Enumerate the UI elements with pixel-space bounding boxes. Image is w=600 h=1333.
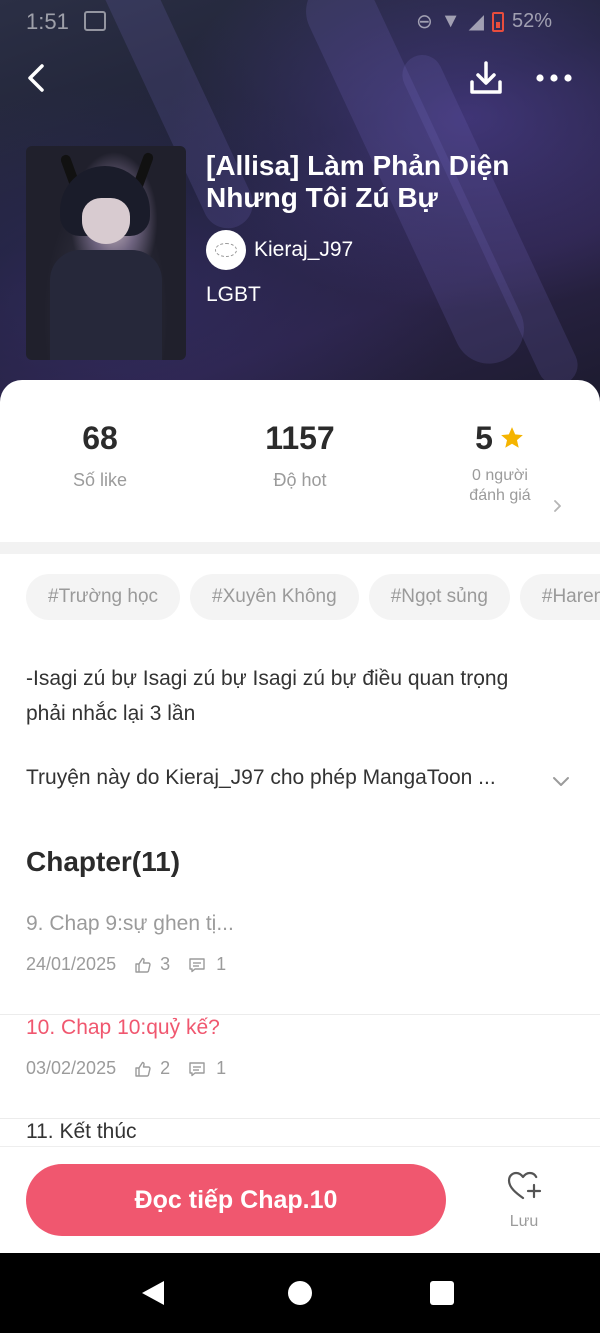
chapter-comment-count: 1 bbox=[216, 954, 227, 974]
tag-chip[interactable]: #Trường học bbox=[26, 574, 181, 620]
chapter-meta: 24/01/2025 3 1 bbox=[26, 954, 226, 975]
chapter-row-current[interactable]: 10. Chap 10:quỷ kế? 03/02/2025 2 1 bbox=[0, 1016, 600, 1119]
hot-stat: 1157 Độ hot bbox=[200, 418, 400, 491]
chapter-date: 03/02/2025 bbox=[26, 1058, 117, 1078]
continue-reading-button[interactable]: Đọc tiếp Chap.10 bbox=[26, 1164, 446, 1236]
rating-value: 5 bbox=[475, 420, 493, 456]
chapter-date: 24/01/2025 bbox=[26, 954, 117, 974]
chapter-title: 9. Chap 9:sự ghen tị... bbox=[26, 912, 234, 935]
chapter-title: 11. Kết thúc bbox=[26, 1120, 137, 1143]
tag-chip[interactable]: #Xuyên Không bbox=[190, 574, 359, 620]
thumbs-up-icon bbox=[135, 1061, 151, 1077]
tag-list: #Trường học#Xuyên Không#Ngọt sủng#Harem bbox=[26, 574, 600, 622]
rating-count-label: 0 người đánh giá bbox=[469, 467, 531, 504]
download-button[interactable] bbox=[466, 58, 506, 98]
chevron-right-icon[interactable] bbox=[548, 496, 568, 516]
bottom-action-bar: Đọc tiếp Chap.10 Lưu bbox=[0, 1146, 600, 1253]
wifi-icon: ▼ bbox=[440, 10, 461, 32]
battery-icon bbox=[491, 11, 504, 32]
header-background: 1:51 ⊖ ▼ ◢ 52% [Allisa] Làm Phản Diện Nh… bbox=[0, 0, 600, 420]
star-icon bbox=[501, 427, 523, 448]
download-icon bbox=[470, 61, 502, 94]
cover-image bbox=[26, 146, 186, 360]
heart-plus-icon bbox=[507, 1171, 542, 1200]
comment-icon bbox=[189, 1061, 205, 1076]
genre-label[interactable]: LGBT bbox=[206, 283, 261, 307]
back-button[interactable] bbox=[20, 56, 60, 100]
system-home-icon[interactable] bbox=[288, 1281, 312, 1305]
status-indicators: ⊖ ▼ ◢ 52% bbox=[416, 9, 552, 34]
save-label: Lưu bbox=[509, 1213, 539, 1230]
manga-title: [Allisa] Làm Phản Diện Nhưng Tôi Zú Bự bbox=[206, 150, 510, 213]
chapter-like-count: 3 bbox=[160, 954, 171, 974]
more-icon bbox=[536, 74, 572, 82]
section-divider bbox=[0, 542, 600, 554]
sim-icon bbox=[84, 11, 106, 31]
status-time: 1:51 bbox=[26, 9, 69, 34]
hot-label: Độ hot bbox=[273, 470, 327, 490]
tag-chip[interactable]: #Ngọt sủng bbox=[368, 574, 510, 620]
chapter-heading: Chapter(11) bbox=[26, 846, 181, 877]
author-link[interactable]: Kieraj_J97 bbox=[206, 230, 353, 270]
synopsis: -Isagi zú bự Isagi zú bự Isagi zú bự điề… bbox=[26, 667, 509, 725]
system-nav-bar bbox=[0, 1253, 600, 1333]
likes-count: 68 bbox=[82, 420, 118, 456]
comment-icon bbox=[189, 957, 205, 972]
chapter-like-count: 2 bbox=[160, 1058, 171, 1078]
author-name: Kieraj_J97 bbox=[254, 238, 354, 261]
top-nav bbox=[0, 56, 600, 100]
save-button[interactable]: Lưu bbox=[492, 1169, 556, 1231]
more-button[interactable] bbox=[532, 58, 576, 98]
system-recents-icon[interactable] bbox=[430, 1281, 454, 1305]
chapter-meta: 03/02/2025 2 1 bbox=[26, 1058, 226, 1079]
permission-note: Truyện này do Kieraj_J97 cho phép MangaT… bbox=[26, 766, 496, 789]
chapter-title: 10. Chap 10:quỷ kế? bbox=[26, 1016, 220, 1039]
tag-chip[interactable]: #Harem bbox=[519, 574, 600, 620]
status-bar: 1:51 ⊖ ▼ ◢ 52% bbox=[0, 0, 600, 44]
battery-percent: 52% bbox=[511, 10, 552, 32]
system-back-icon[interactable] bbox=[140, 1279, 166, 1307]
chapter-row[interactable]: 9. Chap 9:sự ghen tị... 24/01/2025 3 1 bbox=[0, 912, 600, 1015]
hot-count: 1157 bbox=[265, 420, 335, 456]
dnd-icon: ⊖ bbox=[416, 11, 433, 33]
thumbs-up-icon bbox=[135, 957, 151, 973]
stats-row: 68 Số like 1157 Độ hot 5 0 người đánh gi… bbox=[0, 418, 600, 528]
back-icon bbox=[28, 64, 44, 92]
chevron-down-icon[interactable] bbox=[550, 770, 572, 792]
rating-stat[interactable]: 5 0 người đánh giá bbox=[400, 418, 600, 506]
signal-icon: ◢ bbox=[468, 11, 484, 33]
author-avatar bbox=[206, 230, 246, 270]
chapter-comment-count: 1 bbox=[216, 1058, 227, 1078]
likes-stat: 68 Số like bbox=[0, 418, 200, 491]
likes-label: Số like bbox=[72, 470, 128, 490]
